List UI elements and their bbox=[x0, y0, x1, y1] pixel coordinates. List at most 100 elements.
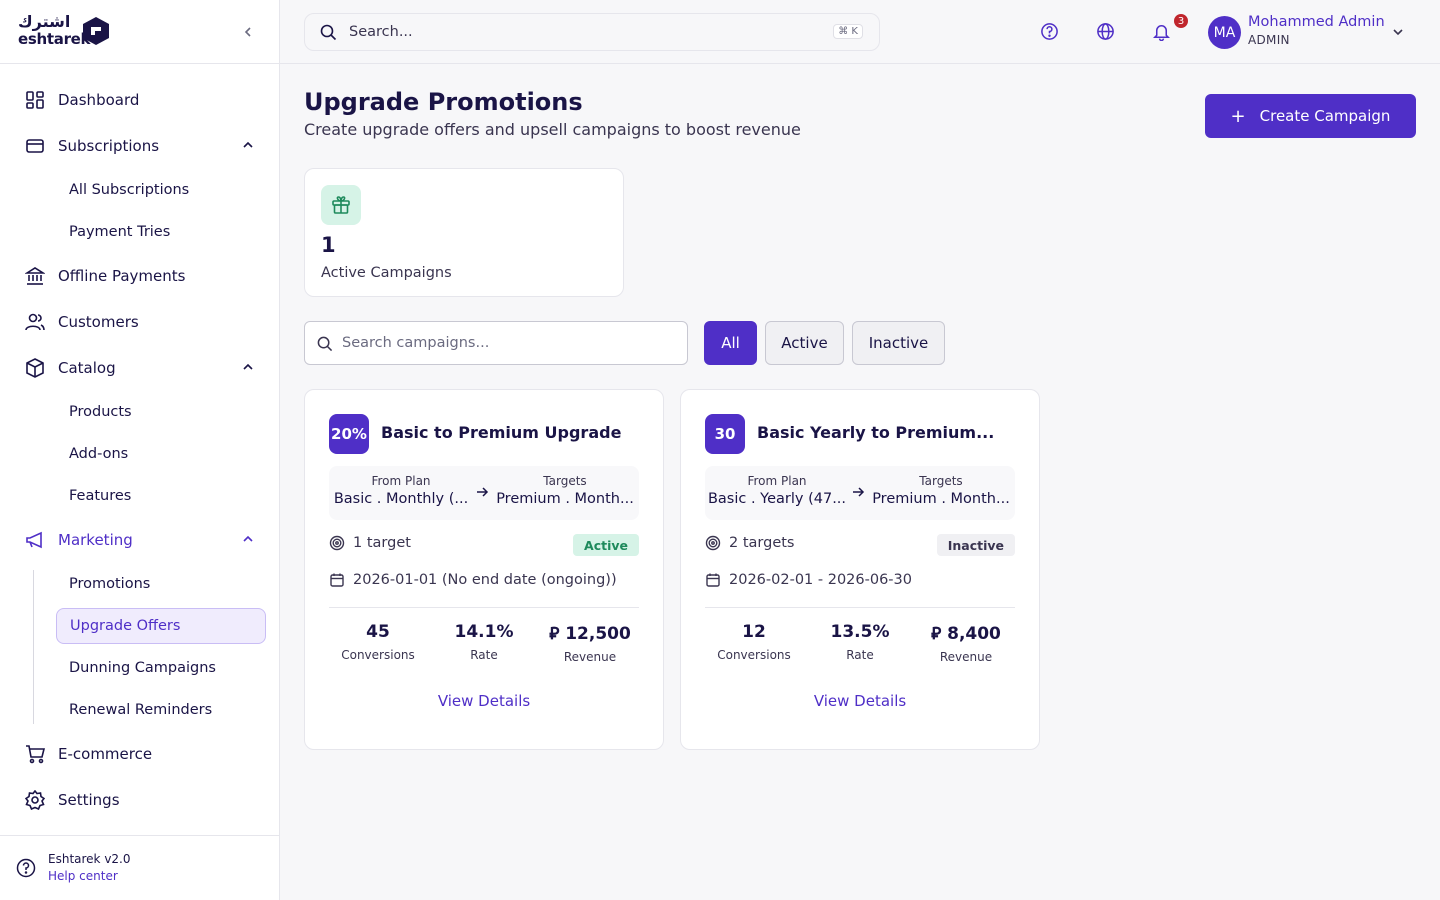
globe-icon[interactable] bbox=[1096, 22, 1115, 41]
campaign-search[interactable] bbox=[304, 321, 688, 365]
campaign-card: 30 Basic Yearly to Premium... From Plan … bbox=[680, 389, 1040, 750]
campaign-title: Basic to Premium Upgrade bbox=[381, 423, 622, 442]
create-campaign-button[interactable]: + Create Campaign bbox=[1205, 94, 1416, 138]
filter-active-button[interactable]: Active bbox=[765, 321, 844, 365]
metric-value: 45 bbox=[366, 622, 390, 642]
target-plan-caption: Targets bbox=[543, 474, 587, 488]
campaign-search-input[interactable] bbox=[342, 332, 672, 354]
dates-row: 2026-02-01 - 2026-06-30 bbox=[705, 572, 912, 588]
sidebar-item-ecommerce[interactable]: E-commerce bbox=[16, 736, 266, 772]
help-icon[interactable] bbox=[1040, 22, 1059, 41]
sidebar-item-dashboard[interactable]: Dashboard bbox=[16, 82, 266, 118]
sidebar-item-subscriptions[interactable]: Subscriptions bbox=[16, 128, 266, 164]
sidebar-item-offline-payments[interactable]: Offline Payments bbox=[16, 258, 266, 294]
from-plan-value: Basic . Monthly (... bbox=[333, 491, 469, 507]
active-campaigns-count: 1 bbox=[321, 233, 336, 257]
global-search-input[interactable] bbox=[349, 21, 809, 43]
user-name[interactable]: Mohammed Admin bbox=[1248, 14, 1385, 30]
sidebar-item-dunning-campaigns[interactable]: Dunning Campaigns bbox=[56, 650, 266, 686]
sidebar-item-label: Subscriptions bbox=[58, 137, 160, 155]
targets-row: 2 targets bbox=[705, 535, 794, 551]
metric-rate: 13.5% Rate bbox=[810, 622, 910, 662]
collapse-sidebar-button[interactable] bbox=[238, 22, 258, 42]
chevron-down-icon[interactable] bbox=[1392, 26, 1404, 38]
targets-text: 1 target bbox=[353, 535, 411, 551]
avatar[interactable]: MA bbox=[1208, 16, 1241, 49]
metric-value: 13.5% bbox=[830, 622, 890, 642]
metric-conversions: 45 Conversions bbox=[328, 622, 428, 662]
sidebar-item-label: Catalog bbox=[58, 359, 116, 377]
sidebar-item-label: Customers bbox=[58, 313, 139, 331]
sidebar-item-products[interactable]: Products bbox=[56, 394, 266, 430]
metric-label: Rate bbox=[846, 648, 874, 662]
sidebar-item-catalog[interactable]: Catalog bbox=[16, 350, 266, 386]
calendar-icon bbox=[330, 573, 344, 587]
sidebar-item-marketing[interactable]: Marketing bbox=[16, 522, 266, 558]
active-campaigns-label: Active Campaigns bbox=[321, 265, 452, 281]
metric-label: Conversions bbox=[341, 648, 415, 662]
chevron-left-icon bbox=[244, 27, 251, 37]
package-icon bbox=[24, 357, 46, 379]
sidebar-item-all-subscriptions[interactable]: All Subscriptions bbox=[56, 172, 266, 208]
divider bbox=[329, 607, 639, 608]
logo-text: eshtarek bbox=[18, 30, 91, 48]
discount-badge: 20% bbox=[329, 414, 369, 454]
topbar: ⌘ K 3 MA Mohammed Admin ADMIN bbox=[280, 0, 1440, 64]
sidebar-item-features[interactable]: Features bbox=[56, 478, 266, 514]
filter-inactive-button[interactable]: Inactive bbox=[852, 321, 945, 365]
from-plan: From Plan Basic . Monthly (... bbox=[331, 474, 471, 507]
sidebar-item-renewal-reminders[interactable]: Renewal Reminders bbox=[56, 692, 266, 728]
view-details-link[interactable]: View Details bbox=[681, 692, 1039, 710]
bank-icon bbox=[24, 265, 46, 287]
plan-mapping: From Plan Basic . Monthly (... Targets P… bbox=[329, 466, 639, 520]
metric-label: Revenue bbox=[939, 650, 993, 664]
metric-value: ⃁ 12,500 bbox=[549, 624, 631, 644]
active-campaigns-card: 1 Active Campaigns bbox=[304, 168, 624, 297]
sidebar: اشترك eshtarek Dashboard Subscriptions A… bbox=[0, 0, 280, 900]
gear-icon bbox=[24, 789, 46, 811]
filter-all-button[interactable]: All bbox=[704, 321, 757, 365]
main-content: Upgrade Promotions Create upgrade offers… bbox=[280, 64, 1440, 900]
page-subtitle: Create upgrade offers and upsell campaig… bbox=[304, 120, 801, 139]
metric-value: 14.1% bbox=[454, 622, 514, 642]
sidebar-item-promotions[interactable]: Promotions bbox=[56, 566, 266, 602]
plus-icon: + bbox=[1230, 105, 1246, 127]
users-icon bbox=[24, 311, 46, 333]
status-badge: Active bbox=[573, 534, 639, 556]
help-circle-icon bbox=[16, 858, 36, 878]
sidebar-item-payment-tries[interactable]: Payment Tries bbox=[56, 214, 266, 250]
help-center-link[interactable]: Help center bbox=[48, 869, 118, 883]
metric-label: Revenue bbox=[563, 650, 617, 664]
target-plan-value: Premium . Month... bbox=[872, 491, 1010, 507]
sidebar-item-upgrade-offers[interactable]: Upgrade Offers bbox=[56, 608, 266, 644]
global-search[interactable]: ⌘ K bbox=[304, 13, 880, 51]
target-plan: Targets Premium . Month... bbox=[871, 474, 1011, 507]
sidebar-item-settings[interactable]: Settings bbox=[16, 782, 266, 818]
target-icon bbox=[329, 535, 345, 551]
chevron-up-icon bbox=[243, 363, 253, 370]
page-title: Upgrade Promotions bbox=[304, 88, 583, 116]
metric-label: Rate bbox=[470, 648, 498, 662]
search-icon bbox=[320, 24, 337, 41]
notification-badge: 3 bbox=[1172, 12, 1190, 30]
view-details-link[interactable]: View Details bbox=[305, 692, 663, 710]
sidebar-item-customers[interactable]: Customers bbox=[16, 304, 266, 340]
metric-conversions: 12 Conversions bbox=[704, 622, 804, 662]
target-plan-value: Premium . Month... bbox=[496, 491, 634, 507]
sidebar-footer: Eshtarek v2.0 Help center bbox=[0, 835, 279, 900]
discount-badge: 30 bbox=[705, 414, 745, 454]
chevron-up-icon bbox=[243, 141, 253, 148]
targets-row: 1 target bbox=[329, 535, 411, 551]
chevron-up-icon bbox=[243, 535, 253, 542]
from-plan-caption: From Plan bbox=[747, 474, 807, 488]
from-plan-caption: From Plan bbox=[371, 474, 431, 488]
sidebar-item-add-ons[interactable]: Add-ons bbox=[56, 436, 266, 472]
dates-text: 2026-02-01 - 2026-06-30 bbox=[729, 572, 912, 588]
sidebar-item-label: E-commerce bbox=[58, 745, 153, 763]
sidebar-item-label: Dashboard bbox=[58, 91, 140, 109]
target-plan-caption: Targets bbox=[919, 474, 963, 488]
target-plan: Targets Premium . Month... bbox=[495, 474, 635, 507]
dates-text: 2026-01-01 (No end date (ongoing)) bbox=[353, 572, 617, 588]
search-shortcut: ⌘ K bbox=[833, 24, 863, 39]
bell-icon[interactable] bbox=[1152, 22, 1171, 41]
